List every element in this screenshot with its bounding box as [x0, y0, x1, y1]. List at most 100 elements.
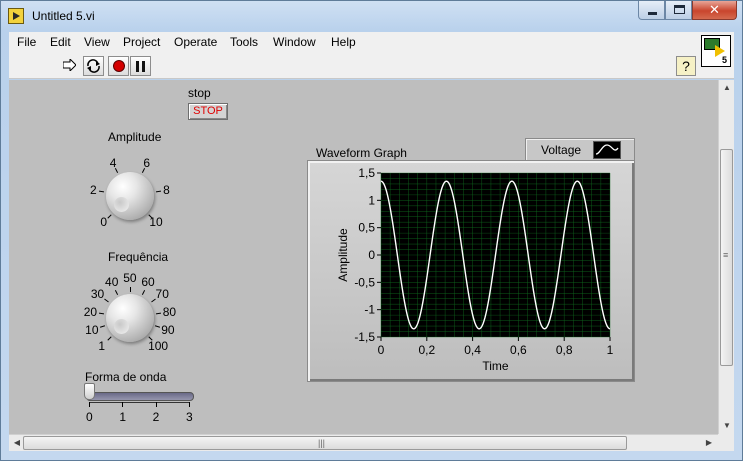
sine-wave-icon [595, 144, 619, 155]
forma-de-onda-slider-scale [89, 402, 189, 408]
y-tick-label: -1,5 [354, 330, 375, 344]
run-button[interactable] [60, 56, 81, 76]
forma-de-onda-scale-label: 3 [186, 410, 193, 424]
title-bar[interactable]: Untitled 5.vi ✕ [1, 1, 742, 31]
frequencia-tick-mark [104, 299, 109, 303]
forma-de-onda-tick-mark [122, 402, 124, 407]
run-arrow-icon [63, 59, 76, 71]
forma-de-onda-scale-label: 0 [86, 410, 93, 424]
x-tick-label: 0,4 [464, 343, 481, 357]
menu-project[interactable]: Project [123, 35, 160, 49]
close-button[interactable]: ✕ [692, 1, 737, 20]
forma-de-onda-scale-label: 2 [152, 410, 160, 424]
waveform-graph[interactable]: 1,510,50-0,5-1-1,50 0,2 0,4 0,6 0,8 1TimeAmpl… [307, 160, 635, 382]
labview-window: Untitled 5.vi ✕ File Edit View Project O… [0, 0, 743, 461]
amplitude-tick-mark [98, 190, 104, 193]
minimize-button[interactable] [638, 1, 665, 20]
vertical-scrollbar[interactable]: ▲ ≡ ▼ [718, 80, 734, 434]
window-controls: ✕ [638, 1, 737, 21]
labview-vi-icon [8, 8, 24, 24]
frequencia-tick-mark [107, 336, 112, 341]
frequencia-tick-mark [141, 289, 145, 295]
plot-legend[interactable]: Voltage [525, 138, 635, 161]
frequencia-scale-label: 60 [141, 275, 155, 290]
menu-bar: File Edit View Project Operate Tools Win… [9, 32, 734, 52]
frequencia-tick-mark [156, 312, 162, 315]
forma-de-onda-slider-track[interactable] [86, 392, 194, 401]
x-axis-label: Time [482, 359, 509, 373]
amplitude-knob[interactable] [106, 172, 154, 220]
menu-tools-label: Tools [230, 35, 259, 49]
stop-button[interactable]: STOP [188, 103, 228, 120]
amplitude-scale-label: 8 [163, 183, 170, 198]
menu-operate[interactable]: Operate [174, 35, 217, 49]
toolbar: ? 5 [9, 35, 734, 79]
menu-view-label: View [84, 35, 110, 49]
menu-edit[interactable]: Edit [50, 35, 71, 49]
amplitude-tick-mark [141, 167, 145, 173]
scroll-down-arrow-icon[interactable]: ▼ [719, 418, 735, 434]
forma-de-onda-scale-label: 1 [119, 410, 127, 424]
run-continuously-icon [87, 59, 100, 73]
x-tick-label: 0,2 [418, 343, 435, 357]
legend-label: Voltage [541, 143, 582, 157]
frequencia-tick-mark [99, 325, 105, 329]
menu-tools[interactable]: Tools [230, 35, 258, 49]
forma-de-onda-slider-thumb[interactable] [84, 383, 95, 400]
frequencia-scale-label: 30 [90, 287, 105, 302]
frequencia-scale-label: 1 [98, 339, 105, 354]
vertical-grip-icon: ≡ [723, 250, 729, 260]
frequencia-scale-label: 90 [161, 323, 175, 338]
waveform-graph-label: Waveform Graph [316, 146, 407, 160]
x-tick-label: 0,6 [510, 343, 527, 357]
y-axis-label: Amplitude [336, 228, 350, 282]
frequencia-scale-label: 80 [162, 304, 177, 319]
forma-de-onda-tick-mark [189, 402, 190, 407]
horizontal-scroll-thumb[interactable]: ||| [23, 436, 627, 450]
menu-help-label: Help [331, 35, 356, 49]
front-panel: stop STOP Amplitude 0 2 4 6 8 10 Frequência 1… [9, 80, 718, 434]
frequencia-knob-dimple [113, 318, 130, 335]
menu-view[interactable]: View [84, 35, 110, 49]
frequencia-scale-label: 10 [85, 323, 99, 338]
menu-window-label: Window [273, 35, 316, 49]
scroll-up-arrow-icon[interactable]: ▲ [719, 80, 735, 96]
menu-help[interactable]: Help [331, 35, 356, 49]
scrollbar-corner [718, 434, 734, 451]
abort-icon [113, 60, 125, 72]
frequencia-scale-label: 70 [155, 287, 169, 302]
vi-icon-number: 5 [721, 55, 727, 65]
frequencia-tick-mark [115, 289, 119, 295]
forma-de-onda-tick-mark [89, 402, 90, 407]
y-tick-label: 1 [368, 193, 375, 207]
vertical-scroll-thumb[interactable]: ≡ [720, 149, 733, 366]
forma-de-onda-tick-mark [155, 402, 157, 407]
menu-window[interactable]: Window [273, 35, 316, 49]
x-tick-label: 0 [378, 343, 385, 357]
frequencia-tick-mark [98, 312, 104, 315]
frequencia-scale-label: 50 [123, 271, 137, 285]
forma-de-onda-label: Forma de onda [85, 370, 167, 384]
frequencia-scale-label: 40 [105, 275, 119, 290]
menu-project-label: Project [123, 35, 161, 49]
amplitude-tick-mark [156, 190, 162, 193]
pause-button[interactable] [130, 56, 151, 76]
frequencia-tick-mark [129, 286, 131, 292]
menu-file[interactable]: File [17, 35, 36, 49]
menu-file-label: File [17, 35, 37, 49]
context-help-button[interactable]: ? [676, 56, 696, 76]
frequencia-scale-label: 20 [83, 304, 98, 319]
abort-button[interactable] [108, 56, 129, 76]
scroll-right-arrow-icon[interactable]: ▶ [701, 435, 717, 451]
run-continuously-button[interactable] [83, 56, 104, 76]
frequencia-knob[interactable] [106, 294, 154, 342]
vi-connector-icon[interactable]: 5 [701, 35, 731, 67]
amplitude-tick-mark [115, 167, 119, 173]
x-tick-label: 1 [607, 343, 614, 357]
maximize-button[interactable] [665, 1, 692, 20]
maximize-icon [674, 5, 685, 14]
amplitude-scale-label: 2 [90, 183, 97, 198]
minimize-icon [648, 12, 657, 15]
pause-icon [136, 61, 145, 72]
horizontal-scrollbar[interactable]: ◀ ||| ▶ [9, 434, 718, 451]
